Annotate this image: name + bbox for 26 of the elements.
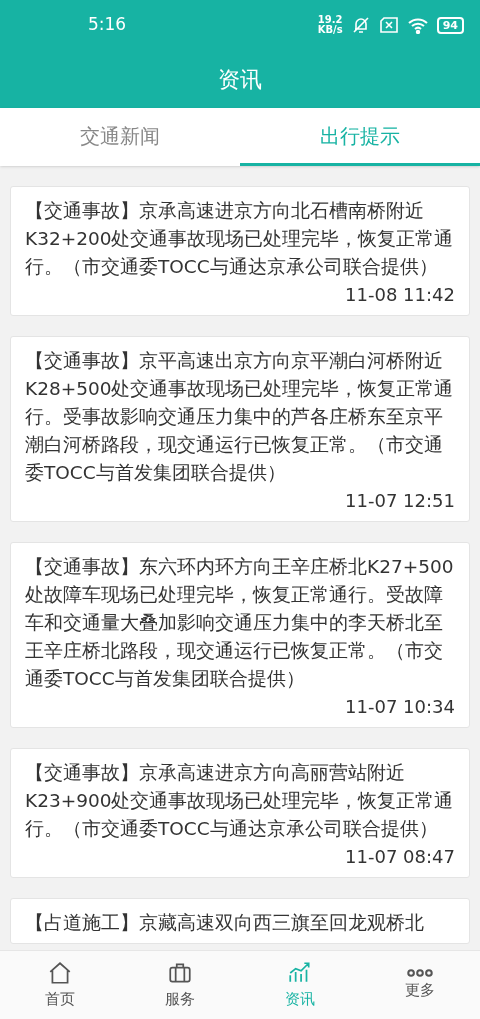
network-speed-unit: KB/s (317, 25, 343, 35)
news-text: 【交通事故】东六环内环方向王辛庄桥北K27+500处故障车现场已处理完毕，恢复正常通行。受故障车和交通量大叠加影响交通压力集中的李天桥北至王辛庄桥北路段，现交通运行已恢复正常。（市交通委TOCC与首发集团联合提供） (25, 555, 455, 691)
news-time: 11-07 10:34 (344, 695, 455, 719)
news-card[interactable]: 【交通事故】东六环内环方向王辛庄桥北K27+500处故障车现场已处理完毕，恢复正常通行。受故障车和交通量大叠加影响交通压力集中的李天桥北至王辛庄桥北路段，现交通运行已恢复正常。（市交通委TOCC与首发集团联合提供） 11-07 10:34 (10, 542, 470, 728)
nav-tab[interactable]: 服务 (120, 951, 240, 1019)
news-time: 11-07 08:47 (344, 845, 455, 869)
nav-tab[interactable]: 首页 (0, 951, 120, 1019)
battery-indicator: 94 (436, 16, 464, 34)
more-icon (407, 968, 433, 977)
network-speed-value: 19.2 (317, 15, 343, 25)
wifi-icon (406, 16, 429, 34)
news-text: 【交通事故】京承高速进京方向北石槽南桥附近K32+200处交通事故现场已处理完毕，恢复正常通行。（市交通委TOCC与通达京承公司联合提供） (25, 199, 455, 279)
tab[interactable]: 交通新闻 (0, 108, 240, 166)
page-title: 资讯 (218, 65, 262, 94)
news-text: 【交通事故】京平高速出京方向京平潮白河桥附近K28+500处交通事故现场已处理完毕，恢复正常通行。受事故影响交通压力集中的芦各庄桥东至京平潮白河桥路段，现交通运行已恢复正常。（市交通委TOCC与首发集团联合提供） (25, 349, 455, 485)
news-card[interactable]: 【交通事故】京平高速出京方向京平潮白河桥附近K28+500处交通事故现场已处理完毕，恢复正常通行。受事故影响交通压力集中的芦各庄桥东至京平潮白河桥路段，现交通运行已恢复正常。（市交通委TOCC与首发集团联合提供） 11-07 12:51 (10, 336, 470, 522)
nav-tab[interactable]: 更多 (360, 951, 480, 1019)
news-card[interactable]: 【交通事故】京承高速进京方向北石槽南桥附近K32+200处交通事故现场已处理完毕，恢复正常通行。（市交通委TOCC与通达京承公司联合提供） 11-08 11:42 (10, 186, 470, 316)
news-card[interactable]: 【占道施工】京藏高速双向西三旗至回龙观桥北 (10, 898, 470, 944)
news-text: 【交通事故】京承高速进京方向高丽营站附近K23+900处交通事故现场已处理完毕，恢复正常通行。（市交通委TOCC与通达京承公司联合提供） (25, 761, 455, 841)
status-time: 5:16 (88, 13, 127, 37)
news-time: 11-07 12:51 (344, 489, 455, 513)
no-sim-icon (378, 16, 399, 34)
news-time: 11-08 11:42 (344, 283, 455, 307)
news-card[interactable]: 【交通事故】京承高速进京方向高丽营站附近K23+900处交通事故现场已处理完毕，恢复正常通行。（市交通委TOCC与通达京承公司联合提供） 11-07 08:47 (10, 748, 470, 878)
news-text: 【占道施工】京藏高速双向西三旗至回龙观桥北 (25, 911, 425, 935)
